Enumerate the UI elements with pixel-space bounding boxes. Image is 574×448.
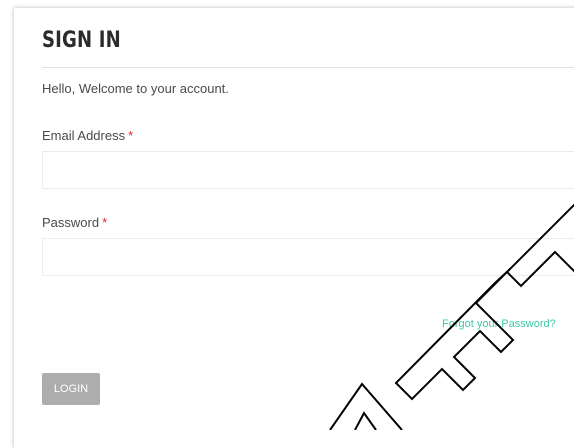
email-label-text: Email Address [42,128,126,143]
password-label: Password * [42,215,107,230]
email-required-mark: * [128,128,134,143]
email-field[interactable] [42,151,574,189]
password-required-mark: * [102,215,108,230]
login-button[interactable]: LOGIN [42,373,100,405]
title-divider [42,67,574,68]
welcome-message: Hello, Welcome to your account. [42,81,229,96]
page-title: SIGN IN [42,28,121,53]
password-label-text: Password [42,215,100,230]
email-label: Email Address * [42,128,133,143]
forgot-password-link[interactable]: Forgot your Password? [442,318,556,330]
password-field[interactable] [42,238,574,276]
